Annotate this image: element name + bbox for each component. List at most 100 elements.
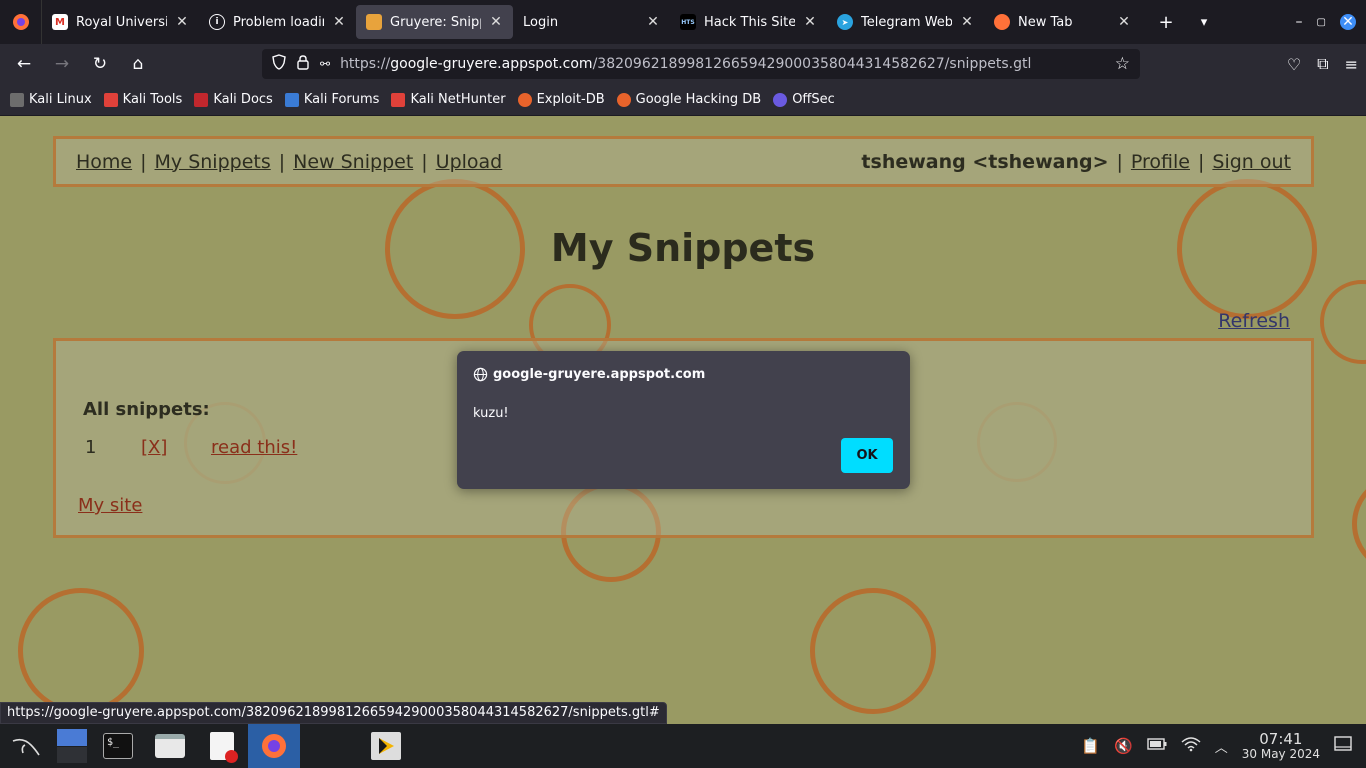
bookmark-offsec[interactable]: OffSec bbox=[773, 92, 835, 107]
status-bar-url: https://google-gruyere.appspot.com/38209… bbox=[0, 702, 667, 724]
delete-snippet-link[interactable]: [X] bbox=[141, 437, 211, 458]
ok-button[interactable]: OK bbox=[841, 438, 893, 473]
reload-button[interactable]: ↻ bbox=[82, 48, 118, 80]
volume-muted-icon[interactable]: 🔇 bbox=[1114, 737, 1133, 755]
url-bar[interactable]: ⚯ https://google-gruyere.appspot.com/382… bbox=[262, 49, 1140, 79]
nav-sign-out-link[interactable]: Sign out bbox=[1212, 151, 1291, 173]
close-icon[interactable]: ✕ bbox=[332, 14, 346, 30]
tab-title: Login bbox=[523, 14, 559, 30]
shield-icon[interactable] bbox=[272, 54, 286, 74]
workspace-switcher[interactable] bbox=[52, 724, 92, 768]
url-scheme: https:// bbox=[340, 56, 391, 72]
tab-title: Gruyere: Snippets bbox=[390, 14, 481, 30]
url-host: google-gruyere.appspot.com bbox=[390, 56, 593, 72]
window-close-icon[interactable]: ✕ bbox=[1340, 14, 1356, 30]
bookmark-kali-nethunter[interactable]: Kali NetHunter bbox=[391, 92, 506, 107]
firefox-icon bbox=[262, 734, 286, 758]
extensions-icon[interactable]: ⧉ bbox=[1317, 54, 1328, 74]
bookmark-kali-docs[interactable]: Kali Docs bbox=[194, 92, 273, 107]
snippet-number: 1 bbox=[85, 437, 97, 458]
battery-icon[interactable] bbox=[1147, 738, 1167, 754]
tab-telegram[interactable]: ➤ Telegram Web ✕ bbox=[827, 5, 984, 39]
bookmark-exploit-db[interactable]: Exploit-DB bbox=[517, 92, 605, 107]
list-tabs-chevron-icon[interactable]: ▾ bbox=[1185, 5, 1223, 39]
nav-upload-link[interactable]: Upload bbox=[436, 151, 503, 173]
firefox-taskbar-button[interactable] bbox=[248, 724, 300, 768]
kali-tools-icon bbox=[103, 92, 118, 107]
kali-forums-icon bbox=[284, 92, 299, 107]
firefox-view-button[interactable] bbox=[0, 0, 42, 44]
all-snippets-heading: All snippets: bbox=[83, 399, 210, 420]
bookmark-label: Kali Docs bbox=[213, 92, 273, 107]
refresh-link[interactable]: Refresh bbox=[1218, 310, 1290, 332]
close-icon[interactable]: ✕ bbox=[960, 14, 974, 30]
bookmark-kali-tools[interactable]: Kali Tools bbox=[103, 92, 182, 107]
tab-title: Hack This Site bbox=[704, 14, 795, 30]
current-user: tshewang <tshewang> bbox=[861, 150, 1109, 173]
bookmark-star-icon[interactable]: ☆ bbox=[1115, 54, 1130, 74]
text-editor-launcher[interactable] bbox=[196, 724, 248, 768]
maximize-icon[interactable]: ▢ bbox=[1317, 17, 1326, 28]
my-site-link[interactable]: My site bbox=[78, 495, 142, 516]
menu-separator: | bbox=[1116, 150, 1123, 173]
nav-profile-link[interactable]: Profile bbox=[1131, 151, 1190, 173]
tab-login[interactable]: Login ✕ bbox=[513, 5, 670, 39]
bookmark-kali-forums[interactable]: Kali Forums bbox=[284, 92, 380, 107]
tray-expand-chevron-up-icon[interactable]: ︿ bbox=[1215, 737, 1228, 756]
menu-icon[interactable]: ≡ bbox=[1345, 55, 1358, 74]
tab-royal-university[interactable]: M Royal University ✕ bbox=[42, 5, 199, 39]
firefox-icon bbox=[12, 14, 29, 30]
url-text[interactable]: https://google-gruyere.appspot.com/38209… bbox=[340, 56, 1105, 72]
kali-menu-button[interactable] bbox=[0, 724, 52, 768]
nethunter-icon bbox=[391, 92, 406, 107]
menu-separator: | bbox=[140, 150, 147, 173]
tab-problem-loading[interactable]: i Problem loading ✕ bbox=[199, 5, 356, 39]
tab-new-tab[interactable]: New Tab ✕ bbox=[984, 5, 1141, 39]
dialog-origin-text: google-gruyere.appspot.com bbox=[493, 367, 706, 382]
bookmark-label: Kali Forums bbox=[303, 92, 380, 107]
wifi-icon[interactable] bbox=[1181, 736, 1201, 756]
hts-icon: HTS bbox=[680, 14, 696, 30]
tab-gruyere[interactable]: Gruyere: Snippets ✕ bbox=[356, 5, 513, 39]
bookmark-kali-linux[interactable]: Kali Linux bbox=[10, 92, 92, 107]
ghdb-icon bbox=[616, 92, 631, 107]
nav-new-snippet-link[interactable]: New Snippet bbox=[293, 151, 413, 173]
clock[interactable]: 07:41 30 May 2024 bbox=[1242, 731, 1320, 761]
close-icon[interactable]: ✕ bbox=[1117, 14, 1131, 30]
app-launcher[interactable] bbox=[360, 724, 412, 768]
permissions-icon[interactable]: ⚯ bbox=[320, 57, 330, 71]
clock-date: 30 May 2024 bbox=[1241, 746, 1320, 761]
exploit-db-icon bbox=[517, 92, 532, 107]
show-desktop-icon[interactable] bbox=[1334, 736, 1352, 756]
gmail-icon: M bbox=[52, 14, 68, 30]
close-icon[interactable]: ✕ bbox=[803, 14, 817, 30]
close-icon[interactable]: ✕ bbox=[646, 14, 660, 30]
clipboard-icon[interactable]: 📋 bbox=[1081, 737, 1100, 755]
back-button[interactable]: ← bbox=[6, 48, 42, 80]
file-manager-launcher[interactable] bbox=[144, 724, 196, 768]
tab-title: Royal University bbox=[76, 14, 167, 30]
close-icon[interactable]: ✕ bbox=[175, 14, 189, 30]
menu-separator: | bbox=[421, 150, 428, 173]
nav-my-snippets-link[interactable]: My Snippets bbox=[155, 151, 271, 173]
bookmark-label: Google Hacking DB bbox=[635, 92, 762, 107]
new-tab-button[interactable]: + bbox=[1147, 5, 1185, 39]
lock-icon[interactable] bbox=[296, 54, 310, 74]
nav-home-link[interactable]: Home bbox=[76, 151, 132, 173]
taskbar: $_ 📋 🔇 ︿ 07:41 30 May 2024 bbox=[0, 724, 1366, 768]
minimize-icon[interactable]: – bbox=[1296, 14, 1303, 30]
close-icon[interactable]: ✕ bbox=[489, 14, 503, 30]
terminal-launcher[interactable]: $_ bbox=[92, 724, 144, 768]
taskbar-spacer bbox=[300, 724, 360, 768]
home-button[interactable]: ⌂ bbox=[120, 48, 156, 80]
forward-button[interactable]: → bbox=[44, 48, 80, 80]
bookmark-google-hacking-db[interactable]: Google Hacking DB bbox=[616, 92, 762, 107]
navigation-toolbar: ← → ↻ ⌂ ⚯ https://google-gruyere.appspot… bbox=[0, 44, 1366, 84]
url-path: /382096218998126659429000358044314582627… bbox=[592, 56, 1032, 72]
gruyere-icon bbox=[366, 14, 382, 30]
decorative-ring bbox=[1320, 280, 1366, 364]
kali-docs-icon bbox=[194, 92, 209, 107]
snippet-link[interactable]: read this! bbox=[211, 437, 297, 458]
tab-hack-this-site[interactable]: HTS Hack This Site ✕ bbox=[670, 5, 827, 39]
pocket-icon[interactable]: ♡ bbox=[1287, 55, 1301, 74]
